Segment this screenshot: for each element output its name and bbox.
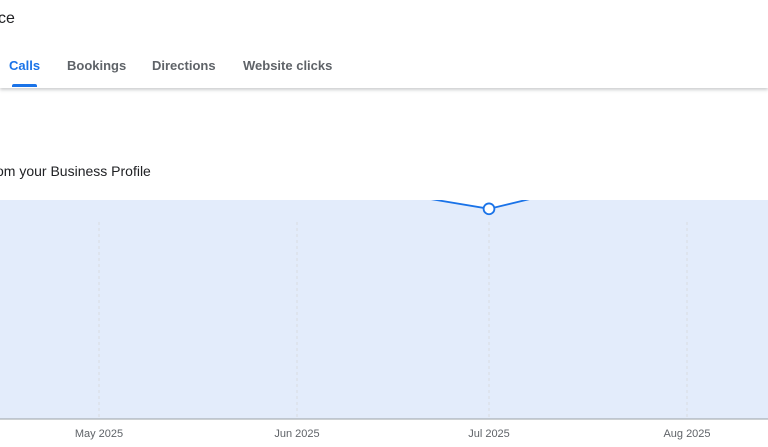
- data-point-jul-2025[interactable]: [482, 202, 496, 216]
- active-tab-indicator: [12, 84, 37, 87]
- calls-area-fill: [0, 200, 768, 419]
- performance-header-panel: ce Calls Bookings Directions Website cli…: [0, 0, 768, 88]
- metric-tabs: Calls Bookings Directions Website clicks: [0, 0, 768, 88]
- tab-website-clicks[interactable]: Website clicks: [243, 58, 332, 74]
- x-tick-label-may-2025: May 2025: [75, 428, 123, 440]
- x-tick-label-aug-2025: Aug 2025: [663, 428, 710, 440]
- chart-subtitle: om your Business Profile: [0, 163, 151, 179]
- calls-line-chart: May 2025 Jun 2025 Jul 2025 Aug 2025: [0, 200, 768, 440]
- calls-chart-area: May 2025 Jun 2025 Jul 2025 Aug 2025: [0, 200, 768, 447]
- x-tick-label-jul-2025: Jul 2025: [468, 428, 510, 440]
- tab-calls[interactable]: Calls: [9, 58, 40, 74]
- tab-directions[interactable]: Directions: [152, 58, 216, 74]
- x-tick-label-jun-2025: Jun 2025: [274, 428, 319, 440]
- tab-bookings[interactable]: Bookings: [67, 58, 126, 74]
- performance-calls-page: ce Calls Bookings Directions Website cli…: [0, 0, 768, 447]
